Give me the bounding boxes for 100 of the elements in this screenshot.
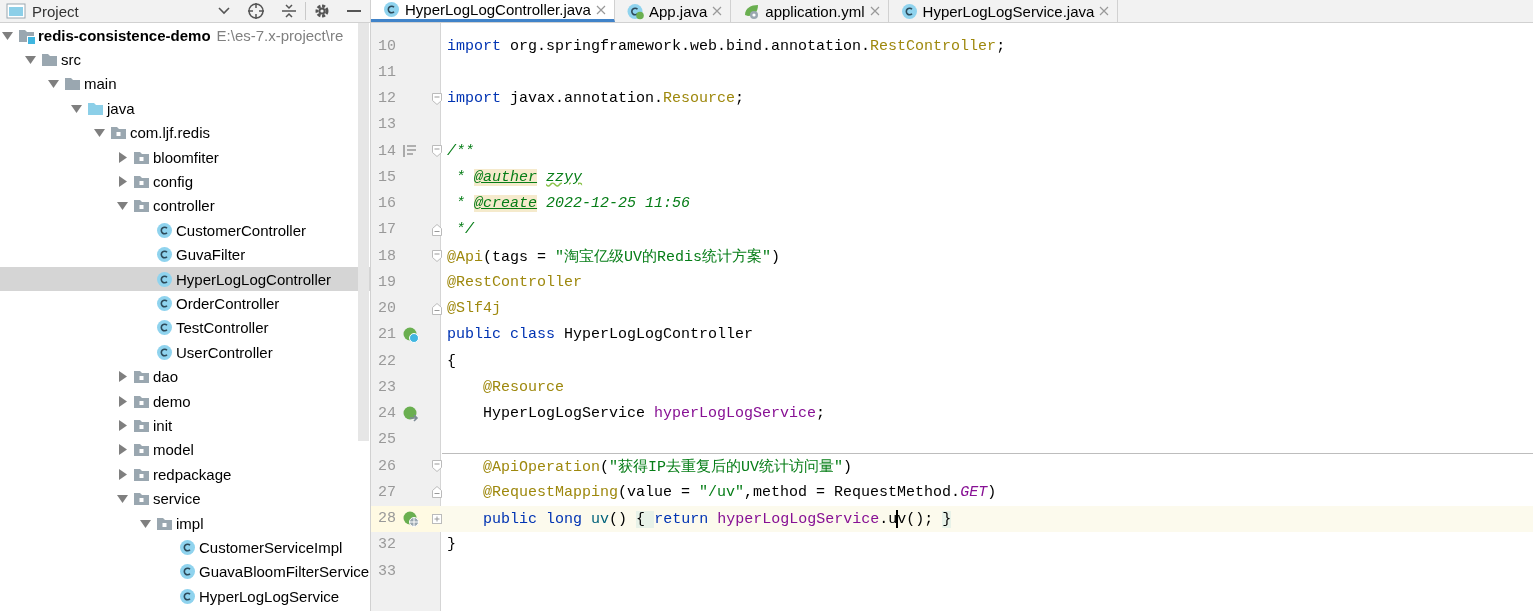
line-number: 22 <box>377 352 396 370</box>
line-number: 17 <box>377 221 396 239</box>
folder-icon <box>64 75 81 93</box>
tree-row[interactable]: config <box>0 169 370 194</box>
tree-row[interactable]: OrderController <box>0 291 370 316</box>
item-label: redpackage <box>153 465 232 483</box>
class-icon <box>179 587 196 605</box>
line-number: 26 <box>377 457 396 475</box>
close-icon[interactable] <box>869 6 880 16</box>
tree-row[interactable]: impl <box>0 510 370 536</box>
tree-row[interactable]: CustomerServiceImpl <box>0 535 370 560</box>
item-label: bloomfiter <box>153 148 219 166</box>
tree-row[interactable]: UserController <box>0 340 370 365</box>
settings-icon[interactable] <box>314 3 330 19</box>
panel-title[interactable]: Project <box>32 2 79 20</box>
line-number: 25 <box>377 431 396 449</box>
collapsed-arrow-icon[interactable] <box>117 395 128 407</box>
editor-tab[interactable]: HyperLogLogController.java <box>371 0 615 22</box>
fold-icon[interactable] <box>432 302 442 315</box>
code-line: import javax.annotation.Resource; <box>446 90 745 108</box>
item-label: impl <box>176 514 204 532</box>
tree-row[interactable]: GuvaFilter <box>0 242 370 267</box>
tree-row[interactable]: GuavaBloomFilterService <box>0 559 370 584</box>
line-number: 27 <box>377 483 396 501</box>
item-label: HyperLogLogController <box>176 270 332 288</box>
bean-icon[interactable] <box>403 405 419 422</box>
line-number: 11 <box>377 63 396 81</box>
line-number: 28 <box>377 510 396 528</box>
tree-row[interactable]: src <box>0 47 370 72</box>
expanded-arrow-icon[interactable] <box>94 127 105 139</box>
line-number: 20 <box>377 300 396 318</box>
collapsed-arrow-icon[interactable] <box>117 371 128 383</box>
collapse-icon[interactable] <box>281 3 297 19</box>
tree-row[interactable]: java <box>0 96 370 121</box>
package-icon <box>110 124 127 142</box>
code-line: import org.springframework.web.bind.annotation.RestController; <box>446 37 1006 55</box>
close-icon[interactable] <box>1099 6 1110 16</box>
code-line: */ <box>455 221 475 239</box>
scrollbar[interactable] <box>358 23 369 441</box>
expanded-arrow-icon[interactable] <box>140 517 151 529</box>
tree-row[interactable]: init <box>0 413 370 438</box>
line-number: 15 <box>377 168 396 186</box>
line-number: 24 <box>377 405 396 423</box>
expanded-arrow-icon[interactable] <box>2 29 13 41</box>
tree-row[interactable]: redpackage <box>0 462 370 487</box>
package-icon <box>133 368 150 386</box>
collapsed-arrow-icon[interactable] <box>117 176 128 188</box>
expand-icon[interactable] <box>432 513 442 524</box>
tree-row[interactable]: redis-consistence-demo E:\es-7.x-project\re <box>0 23 370 48</box>
tree-row[interactable]: TestController <box>0 315 370 341</box>
tree-row[interactable]: demo <box>0 388 370 414</box>
item-label: TestController <box>176 319 269 337</box>
expanded-arrow-icon[interactable] <box>71 102 82 114</box>
line-number: 19 <box>377 273 396 291</box>
tree-row[interactable]: controller <box>0 193 370 219</box>
package-icon <box>133 197 150 215</box>
expanded-arrow-icon[interactable] <box>117 200 128 212</box>
item-label: CustomerController <box>176 221 307 239</box>
code-line: * @create 2022-12-25 11:56 <box>455 195 691 213</box>
fold-icon[interactable] <box>432 223 442 236</box>
expanded-arrow-icon[interactable] <box>48 78 59 90</box>
doc-lines-icon[interactable] <box>403 144 417 159</box>
line-number: 18 <box>377 247 396 265</box>
crosshair-icon[interactable] <box>247 2 265 20</box>
item-label: GuavaBloomFilterService <box>199 563 370 581</box>
tree-row[interactable]: HyperLogLogService <box>0 584 370 609</box>
folder-icon <box>41 51 58 69</box>
class-icon <box>156 270 173 288</box>
close-icon[interactable] <box>712 6 723 16</box>
bean-icon[interactable] <box>403 326 419 343</box>
tree-row[interactable]: HyperLogLogController <box>0 266 370 292</box>
tree-row[interactable]: bloomfiter <box>0 144 370 170</box>
chevron-down-icon[interactable] <box>217 6 231 16</box>
tree-row[interactable]: model <box>0 437 370 463</box>
tree-row[interactable]: CustomerController <box>0 218 370 243</box>
code-line: public long uv() { return hyperLogLogService.uv(); } <box>482 509 952 528</box>
tree-row[interactable]: com.ljf.redis <box>0 120 370 145</box>
item-label: model <box>153 441 194 459</box>
close-icon[interactable] <box>595 4 606 15</box>
class-icon <box>179 538 196 556</box>
expanded-arrow-icon[interactable] <box>117 493 128 505</box>
line-number: 23 <box>377 378 396 396</box>
code-line: @Slf4j <box>446 300 501 318</box>
bean-icon[interactable] <box>403 510 419 527</box>
package-icon <box>133 490 150 508</box>
code-line: @ApiOperation("获得IP去重复后的UV统计访问量") <box>482 457 853 476</box>
class-icon <box>156 221 173 239</box>
item-label: controller <box>153 197 215 215</box>
tree-row[interactable]: dao <box>0 364 370 389</box>
tree-row[interactable]: service <box>0 486 370 511</box>
item-label: java <box>107 99 135 117</box>
fold-icon[interactable] <box>432 486 442 499</box>
code-line: } <box>446 536 456 554</box>
tree-row[interactable]: main <box>0 71 370 97</box>
collapsed-arrow-icon[interactable] <box>117 151 128 163</box>
expanded-arrow-icon[interactable] <box>25 54 36 66</box>
item-label: com.ljf.redis <box>130 124 211 142</box>
collapsed-arrow-icon[interactable] <box>117 444 128 456</box>
collapsed-arrow-icon[interactable] <box>117 419 128 431</box>
collapsed-arrow-icon[interactable] <box>117 468 128 480</box>
